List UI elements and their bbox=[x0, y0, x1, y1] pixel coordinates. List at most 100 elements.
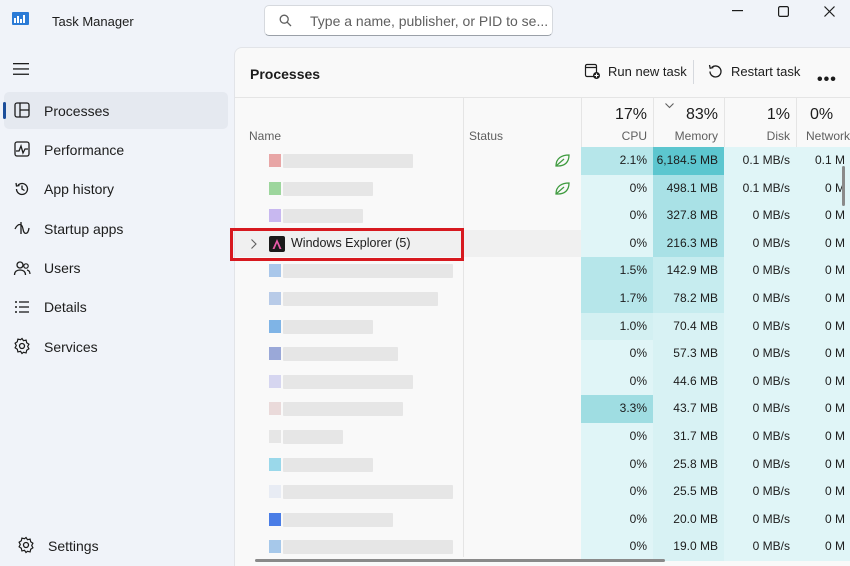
column-header-memory[interactable]: 83% Memory bbox=[653, 97, 724, 147]
app-history-icon bbox=[15, 182, 29, 195]
memory-cell: 70.4 MB bbox=[653, 312, 724, 341]
disk-label: Disk bbox=[766, 129, 790, 143]
process-name: Windows Explorer (5) bbox=[291, 235, 411, 250]
table-row[interactable]: 0% 57.3 MB 0 MB/s 0 M bbox=[235, 340, 850, 368]
run-new-task-button[interactable]: Run new task bbox=[584, 63, 687, 80]
process-icon bbox=[269, 319, 281, 333]
close-button[interactable] bbox=[806, 0, 850, 22]
search-input[interactable]: Type a name, publisher, or PID to se... bbox=[264, 5, 553, 36]
sidebar-item-label: Users bbox=[44, 260, 81, 277]
network-cell: 0 M bbox=[796, 450, 850, 479]
column-header-status[interactable]: Status bbox=[463, 97, 581, 147]
sidebar-item-performance[interactable]: Performance bbox=[4, 131, 228, 168]
sidebar-item-details[interactable]: Details bbox=[4, 289, 228, 326]
process-icon bbox=[269, 181, 281, 195]
network-label: Network bbox=[806, 129, 850, 143]
disk-cell: 0 MB/s bbox=[724, 395, 796, 423]
sidebar-item-label: App history bbox=[44, 181, 115, 198]
column-header-disk[interactable]: 1% Disk bbox=[724, 97, 796, 147]
table-row[interactable]: 0% 498.1 MB 0.1 MB/s 0 M bbox=[235, 174, 850, 203]
table-row[interactable]: 0% 19.0 MB 0 MB/s 0 M bbox=[235, 533, 850, 561]
cpu-cell: 1.0% bbox=[581, 312, 653, 341]
process-list: 2.1% 6,184.5 MB 0.1 MB/s 0.1 M 0% 498.1 MB 0.1… bbox=[235, 147, 850, 561]
sidebar-item-settings[interactable]: Settings bbox=[8, 527, 232, 564]
table-row[interactable]: 0% 25.8 MB 0 MB/s 0 M bbox=[235, 450, 850, 479]
disk-cell: 0.1 MB/s bbox=[724, 147, 796, 175]
sidebar-item-services[interactable]: Services bbox=[4, 328, 228, 365]
table-row[interactable]: 0% 25.5 MB 0 MB/s 0 M bbox=[235, 478, 850, 506]
sidebar-item-label: Processes bbox=[44, 102, 110, 119]
disk-cell: 0 MB/s bbox=[724, 505, 796, 534]
memory-total: 83% bbox=[685, 106, 718, 123]
column-divider bbox=[724, 97, 725, 147]
disk-cell: 0 MB/s bbox=[724, 202, 796, 230]
cpu-cell: 0% bbox=[581, 229, 653, 258]
disk-cell: 0 MB/s bbox=[724, 284, 796, 313]
column-header-name[interactable]: Name bbox=[235, 97, 463, 147]
redacted-process-name bbox=[283, 154, 413, 168]
redacted-process-name bbox=[283, 319, 373, 334]
process-icon bbox=[269, 402, 281, 416]
restart-task-button[interactable]: Restart task bbox=[707, 63, 800, 80]
horizontal-scrollbar[interactable] bbox=[255, 559, 665, 562]
table-row[interactable]: 0% 20.0 MB 0 MB/s 0 M bbox=[235, 505, 850, 534]
cpu-cell: 0% bbox=[581, 340, 653, 368]
process-icon bbox=[269, 264, 281, 278]
redacted-process-name bbox=[283, 347, 398, 362]
memory-cell: 31.7 MB bbox=[653, 422, 724, 451]
table-row[interactable]: Windows Explorer (5) 0% 216.3 MB 0 MB/s 0 M bbox=[235, 229, 850, 258]
network-cell: 0 M bbox=[796, 202, 850, 230]
vertical-scrollbar[interactable] bbox=[842, 166, 845, 206]
more-options-button[interactable]: ••• bbox=[817, 71, 837, 89]
sidebar-item-startup-apps[interactable]: Startup apps bbox=[4, 210, 228, 247]
minimize-button[interactable] bbox=[714, 0, 760, 22]
settings-label: Settings bbox=[48, 537, 99, 554]
hamburger-menu-icon[interactable] bbox=[12, 62, 30, 76]
redacted-process-name bbox=[283, 181, 373, 196]
run-new-task-label: Run new task bbox=[608, 64, 687, 79]
cpu-cell: 1.7% bbox=[581, 284, 653, 313]
column-header-cpu[interactable]: 17% CPU bbox=[581, 97, 653, 147]
column-header-network[interactable]: 0% Network bbox=[796, 97, 850, 147]
network-cell: 0 M bbox=[796, 505, 850, 534]
cpu-cell: 0% bbox=[581, 505, 653, 534]
memory-cell: 142.9 MB bbox=[653, 257, 724, 285]
network-cell: 0 M bbox=[796, 367, 850, 396]
table-row[interactable]: 0% 327.8 MB 0 MB/s 0 M bbox=[235, 202, 850, 230]
table-row[interactable]: 1.5% 142.9 MB 0 MB/s 0 M bbox=[235, 257, 850, 285]
sidebar-item-users[interactable]: Users bbox=[4, 250, 228, 287]
disk-cell: 0 MB/s bbox=[724, 422, 796, 451]
cpu-cell: 0% bbox=[581, 450, 653, 479]
memory-cell: 216.3 MB bbox=[653, 229, 724, 258]
redacted-process-name bbox=[283, 457, 373, 472]
table-row[interactable]: 2.1% 6,184.5 MB 0.1 MB/s 0.1 M bbox=[235, 147, 850, 175]
table-row[interactable]: 0% 31.7 MB 0 MB/s 0 M bbox=[235, 422, 850, 451]
memory-cell: 498.1 MB bbox=[653, 174, 724, 203]
memory-cell: 20.0 MB bbox=[653, 505, 724, 534]
process-icon bbox=[269, 429, 281, 443]
table-row[interactable]: 0% 44.6 MB 0 MB/s 0 M bbox=[235, 367, 850, 396]
disk-cell: 0.1 MB/s bbox=[724, 174, 796, 203]
table-row[interactable]: 1.7% 78.2 MB 0 MB/s 0 M bbox=[235, 284, 850, 313]
column-name-label: Name bbox=[249, 129, 282, 143]
sidebar-item-processes[interactable]: Processes bbox=[3, 92, 228, 129]
sidebar-item-app-history[interactable]: App history bbox=[4, 171, 228, 208]
cpu-cell: 3.3% bbox=[581, 395, 653, 423]
network-cell: 0 M bbox=[796, 257, 850, 285]
restart-icon bbox=[708, 64, 722, 78]
network-total: 0% bbox=[810, 106, 834, 123]
network-cell: 0 M bbox=[796, 533, 850, 561]
network-cell: 0 M bbox=[796, 284, 850, 313]
maximize-button[interactable] bbox=[760, 0, 806, 22]
table-row[interactable]: 1.0% 70.4 MB 0 MB/s 0 M bbox=[235, 312, 850, 341]
table-row[interactable]: 3.3% 43.7 MB 0 MB/s 0 M bbox=[235, 395, 850, 423]
expand-chevron-icon[interactable] bbox=[251, 238, 257, 249]
disk-cell: 0 MB/s bbox=[724, 450, 796, 479]
services-icon bbox=[14, 337, 30, 355]
redacted-process-name bbox=[283, 512, 393, 527]
disk-cell: 0 MB/s bbox=[724, 312, 796, 341]
users-icon bbox=[13, 260, 31, 275]
memory-label: Memory bbox=[674, 129, 718, 143]
disk-cell: 0 MB/s bbox=[724, 229, 796, 258]
maximize-icon bbox=[777, 5, 789, 17]
